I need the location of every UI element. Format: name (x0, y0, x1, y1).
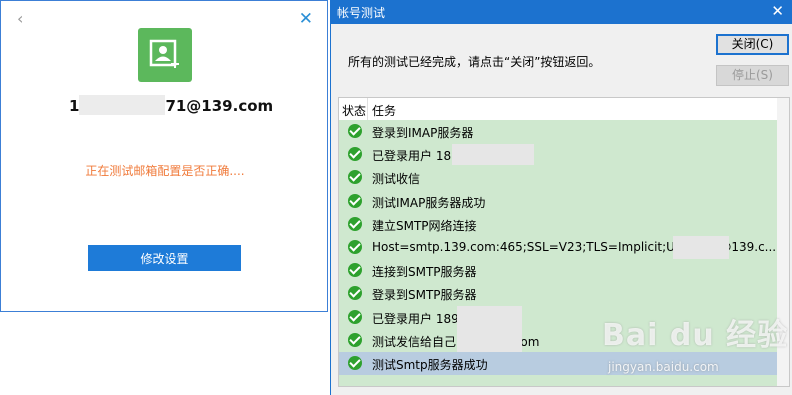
check-icon (348, 239, 362, 254)
check-icon (348, 124, 362, 138)
table-row[interactable]: 登录到SMTP服务器 (339, 282, 789, 305)
close-icon[interactable]: ✕ (771, 2, 784, 20)
check-icon (348, 170, 362, 185)
redacted-mask (457, 305, 522, 329)
modify-settings-button[interactable]: 修改设置 (88, 245, 241, 271)
check-icon (348, 286, 362, 301)
column-divider[interactable] (367, 98, 368, 120)
account-email: 1 71@139.com (69, 95, 274, 115)
redacted-mask (673, 235, 729, 259)
table-row[interactable]: 已登录用户 18 1@139.com (339, 143, 789, 166)
close-icon[interactable]: ✕ (299, 9, 313, 29)
table-row-selected[interactable]: 测试Smtp服务器成功 (339, 351, 789, 376)
check-icon (348, 216, 362, 231)
stop-button[interactable]: 停止(S) (716, 65, 789, 86)
back-icon[interactable]: ‹ (17, 9, 23, 28)
check-icon (348, 263, 362, 278)
check-icon (348, 355, 362, 370)
redacted-mask (457, 328, 522, 352)
completion-message: 所有的测试已经完成，请点击“关闭”按钮返回。 (348, 55, 601, 69)
watermark-url: jingyan.baidu.com (608, 360, 719, 374)
table-row[interactable]: 登录到IMAP服务器 (339, 120, 789, 143)
add-contact-avatar-icon (138, 28, 192, 82)
titlebar: 帐号测试 ✕ (331, 0, 792, 24)
close-button[interactable]: 关闭(C) (716, 34, 789, 55)
baidu-watermark: Bai du 经验 (602, 318, 789, 353)
table-row[interactable]: 建立SMTP网络连接 (339, 213, 789, 236)
table-row[interactable]: 测试IMAP服务器成功 (339, 190, 789, 213)
check-icon (348, 193, 362, 208)
list-header: 状态 任务 (339, 98, 789, 121)
contact-card-icon (149, 39, 179, 68)
table-row[interactable]: Host=smtp.139.com:465;SSL=V23;TLS=Implic… (339, 235, 789, 259)
mail-setup-dialog: ‹ ✕ 1 71@139.com 正在测试邮箱配置是否正确.... 修改设置 (0, 0, 328, 312)
redacted-mask (79, 95, 166, 115)
dialog-title: 帐号测试 (337, 6, 386, 20)
check-icon (348, 147, 362, 162)
redacted-mask (452, 144, 534, 166)
check-icon (348, 332, 362, 347)
check-icon (348, 309, 362, 324)
column-header-status[interactable]: 状态 (342, 102, 366, 119)
table-row[interactable]: 测试收信 (339, 166, 789, 189)
table-row[interactable]: 连接到SMTP服务器 (339, 259, 789, 282)
column-header-task[interactable]: 任务 (372, 102, 396, 119)
testing-status-text: 正在测试邮箱配置是否正确.... (85, 164, 245, 178)
